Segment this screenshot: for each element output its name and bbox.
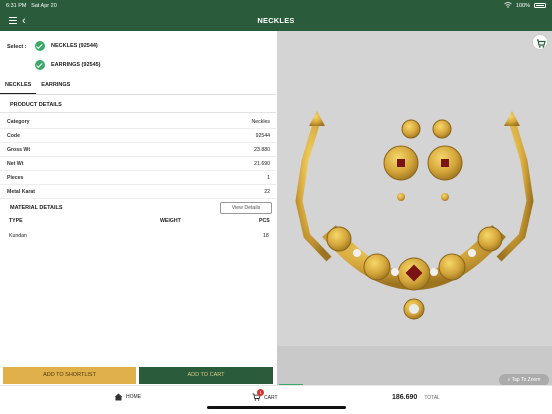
detail-key: Code (7, 132, 20, 139)
cell-pcs: 18 (263, 233, 269, 239)
battery-percent: 100% (515, 2, 530, 9)
select-item-label: NECKLES (92544) (51, 43, 98, 49)
home-tab-label: HOME (126, 394, 141, 400)
detail-row: Category Neckles (0, 115, 276, 129)
check-icon (35, 60, 45, 70)
tab-neckles[interactable]: NECKLES (0, 78, 37, 94)
nav-bar: ‹ NECKLES (0, 11, 552, 31)
detail-key: Pieces (7, 174, 24, 181)
total-summary: 186.690 TOTAL (392, 394, 440, 401)
detail-key: Gross Wt (7, 146, 31, 153)
check-icon (35, 41, 45, 51)
select-item-necklace[interactable]: NECKLES (92544) (35, 41, 98, 51)
detail-value: 21.690 (254, 160, 270, 167)
detail-value: 1 (267, 174, 270, 181)
tap-to-zoom-hint[interactable]: ⌕ Tap To Zoom (499, 374, 549, 385)
product-details-heading: PRODUCT DETAILS (0, 98, 276, 113)
tab-earrings[interactable]: EARRINGS (36, 78, 75, 94)
cart-tab-label: CART (264, 395, 278, 401)
detail-key: Metal Karat (7, 188, 35, 195)
add-to-shortlist-button[interactable]: ADD TO SHORTLIST (3, 367, 136, 384)
detail-key: Category (7, 118, 30, 125)
detail-key: Net Wt (7, 160, 24, 167)
detail-row: Gross Wt 23.880 (0, 143, 276, 157)
select-item-earrings[interactable]: EARRINGS (92545) (35, 60, 101, 70)
status-bar: 6:31 PM Sat Apr 20 100% (0, 0, 552, 11)
zoom-icon: ⌕ (507, 377, 511, 383)
cart-shortcut-button[interactable] (532, 34, 548, 50)
detail-row: Pieces 1 (0, 171, 276, 185)
detail-value: 23.880 (254, 146, 270, 153)
product-image-pane[interactable]: ⌕ Tap To Zoom (277, 31, 552, 385)
cart-count-badge: 1 (257, 389, 264, 396)
page-title: NECKLES (257, 16, 295, 25)
product-tabs: NECKLES EARRINGS (0, 78, 276, 95)
cart-tab[interactable]: 1 CART (252, 389, 278, 403)
col-pcs: PCS (259, 218, 270, 224)
home-tab[interactable]: HOME (114, 393, 141, 401)
wifi-icon (504, 1, 512, 10)
detail-value: Neckles (251, 118, 270, 125)
col-type: TYPE (9, 218, 23, 224)
zoom-hint-label: Tap To Zoom (511, 377, 541, 383)
battery-icon (534, 3, 546, 8)
table-row: Kundan 18 (0, 233, 276, 245)
product-photo[interactable] (277, 31, 552, 346)
status-left: 6:31 PM Sat Apr 20 (6, 3, 57, 9)
home-indicator (207, 406, 346, 409)
detail-row: Metal Karat 22 (0, 185, 276, 199)
status-date: Sat Apr 20 (31, 2, 57, 9)
detail-row: Net Wt 21.690 (0, 157, 276, 171)
col-weight: WEIGHT (160, 218, 181, 224)
add-to-cart-button[interactable]: ADD TO CART (139, 367, 273, 384)
status-right: 100% (504, 1, 546, 10)
detail-row: Code 92544 (0, 129, 276, 143)
total-label: TOTAL (424, 395, 440, 401)
detail-value: 22 (264, 188, 270, 195)
view-details-button[interactable]: View Details (220, 202, 272, 214)
bottom-bar: HOME 1 CART 186.690 TOTAL (0, 385, 552, 414)
material-table-header: TYPE WEIGHT PCS (0, 218, 276, 230)
select-item-label: EARRINGS (92545) (51, 62, 101, 68)
status-time: 6:31 PM (6, 2, 27, 9)
select-label: Select : (7, 44, 27, 50)
detail-value: 92544 (255, 132, 270, 139)
cart-icon-wrap: 1 (252, 389, 264, 403)
home-icon (114, 393, 123, 401)
detail-panel: Select : NECKLES (92544) EARRINGS (92545… (0, 31, 276, 385)
total-value: 186.690 (392, 394, 418, 401)
cart-icon (537, 39, 546, 48)
cell-type: Kundan (9, 233, 27, 239)
